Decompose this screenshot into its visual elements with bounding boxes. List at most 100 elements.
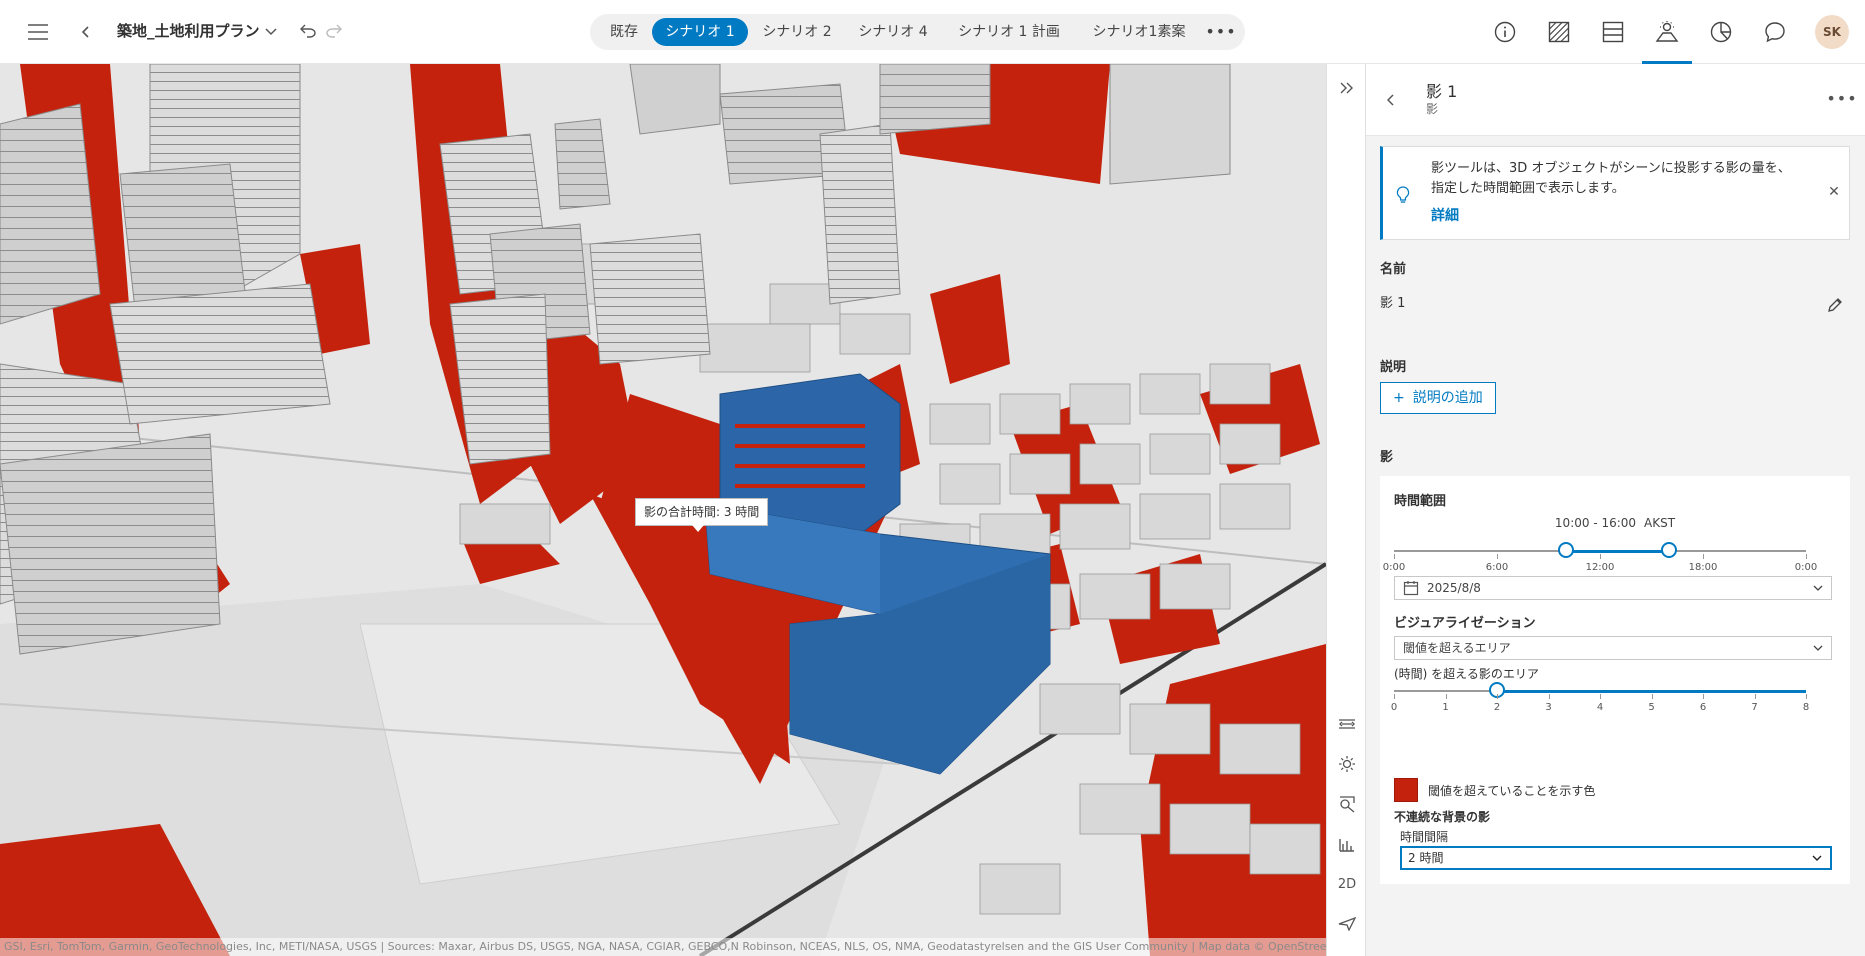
panel-back-icon[interactable] [1380,86,1402,114]
tab-scenario-1-plan[interactable]: シナリオ 1 計画 [944,18,1074,46]
interval-select[interactable]: 2 時間 [1400,846,1832,870]
threshold-tick [1445,694,1447,699]
top-bar: 築地_土地利用プラン 既存 シナリオ 1 シナリオ 2 シナリオ 4 シナリオ … [0,0,1865,64]
interval-value: 2 時間 [1408,851,1444,865]
measure-distance-icon[interactable] [1333,710,1361,738]
threshold-slider-range [1497,690,1806,693]
edit-pencil-icon[interactable] [1824,294,1846,316]
info-notice: 影ツールは、3D オブジェクトがシーンに投影する影の量を、指定した時間範囲で表示… [1380,146,1850,240]
threshold-tick-label: 5 [1648,702,1655,713]
threshold-color-label: 閾値を超えていることを示す色 [1428,784,1596,798]
time-start-handle[interactable] [1557,542,1574,558]
plus-icon: + [1393,390,1405,406]
time-tick-label: 6:00 [1485,562,1509,573]
threshold-tick [1600,694,1601,699]
time-tick-label: 0:00 [1794,562,1818,573]
time-slider-range [1565,550,1669,553]
redo-icon[interactable] [324,20,344,42]
threshold-tick-label: 1 [1442,702,1449,713]
compass-icon[interactable] [1333,910,1361,938]
panel-header: 影 1 影 ••• [1366,64,1865,136]
comment-icon[interactable] [1757,14,1793,50]
notice-learn-more-link[interactable]: 詳細 [1431,205,1459,225]
time-range-readout: 10:00 - 16:00 AKST [1380,516,1850,530]
calendar-icon [1403,580,1419,596]
name-label: 名前 [1380,262,1407,277]
time-tick [1600,554,1601,559]
time-range-value: 10:00 - 16:00 [1554,516,1637,530]
threshold-label: (時間) を超える影のエリア [1394,667,1539,681]
threshold-tick [1548,694,1550,699]
date-value: 2025/8/8 [1427,581,1481,595]
shadow-tooltip: 影の合計時間: 3 時間 [635,498,769,532]
shadow-section-label: 影 [1380,450,1394,465]
threshold-tick [1806,694,1807,699]
scene-view[interactable]: 影の合計時間: 3 時間 GSI, Esri, TomTom, Garmin, … [0,64,1326,956]
undo-icon[interactable] [298,20,318,42]
name-value: 影 1 [1380,296,1406,311]
tab-scenario-1-draft[interactable]: シナリオ1素案 [1078,18,1200,46]
hamburger-menu-icon[interactable] [20,18,56,46]
time-tick-label: 0:00 [1382,562,1406,573]
threshold-tick [1394,694,1395,699]
chart-icon[interactable] [1703,14,1739,50]
info-icon[interactable] [1487,14,1523,50]
app-title[interactable]: 築地_土地利用プラン [117,20,260,41]
threshold-tick-label: 6 [1699,702,1707,713]
threshold-tick [1754,694,1756,699]
threshold-tick-label: 4 [1596,702,1604,713]
chevron-down-icon[interactable] [262,22,280,42]
shadow-analysis-icon[interactable] [1649,14,1685,50]
avatar[interactable]: SK [1815,15,1849,49]
visualization-label: ビジュアライゼーション [1394,616,1536,631]
threshold-tick-label: 2 [1493,702,1501,713]
map-tool-strip: 2D [1326,64,1366,956]
time-range-label: 時間範囲 [1394,494,1447,509]
tab-scenario-2[interactable]: シナリオ 2 [752,18,842,46]
notice-message: 影ツールは、3D オブジェクトがシーンに投影する影の量を、指定した時間範囲で表示… [1431,161,1791,196]
threshold-color-swatch[interactable] [1394,778,1418,802]
scenario-tabs: 既存 シナリオ 1 シナリオ 2 シナリオ 4 シナリオ 1 計画 シナリオ1素… [590,14,1245,50]
tab-scenario-existing[interactable]: 既存 [598,18,650,46]
time-tick [1806,554,1807,559]
close-icon[interactable]: ✕ [1823,181,1845,203]
threshold-tick-label: 8 [1802,702,1810,713]
shadow-settings-card: 時間範囲 10:00 - 16:00 AKST 0:00 6:00 12:00 18:0… [1380,476,1850,884]
map-attribution[interactable]: GSI, Esri, TomTom, Garmin, GeoTechnologi… [0,938,1326,956]
line-of-sight-icon[interactable] [1333,790,1361,818]
time-tick-label: 12:00 [1585,562,1615,573]
back-arrow-icon[interactable] [76,20,96,44]
hatch-icon[interactable] [1541,14,1577,50]
lightbulb-icon [1393,185,1413,205]
threshold-tick [1703,694,1704,699]
tab-scenario-4[interactable]: シナリオ 4 [848,18,938,46]
layers-icon[interactable] [1595,14,1631,50]
interval-label: 時間間隔 [1400,830,1449,844]
add-description-button[interactable]: + 説明の追加 [1380,382,1496,414]
time-tick [1703,554,1704,559]
tab-scenario-1[interactable]: シナリオ 1 [652,18,748,46]
threshold-tick [1651,694,1653,699]
threshold-tick [1497,694,1498,699]
date-picker[interactable]: 2025/8/8 [1394,576,1832,600]
chevron-down-icon [1811,577,1825,599]
threshold-tick-label: 3 [1545,702,1552,713]
daylight-icon[interactable] [1333,750,1361,778]
shadow-panel: 影 1 影 ••• 影ツールは、3D オブジェクトがシーンに投影する影の量を、指… [1366,64,1865,956]
expand-panel-icon[interactable] [1333,74,1361,102]
time-end-handle[interactable] [1660,542,1677,558]
add-description-label: 説明の追加 [1412,390,1483,406]
more-scenarios-icon[interactable]: ••• [1204,18,1238,46]
description-label: 説明 [1380,360,1407,375]
discrete-shadow-label: 不連続な背景の影 [1394,810,1491,824]
time-tick-label: 18:00 [1688,562,1718,573]
view-mode-toggle[interactable]: 2D [1333,870,1361,898]
threshold-tick-label: 0 [1390,702,1398,713]
time-tick [1394,554,1395,559]
visualization-select[interactable]: 閾値を超えるエリア [1394,636,1832,660]
elevation-profile-icon[interactable] [1333,830,1361,858]
more-options-icon[interactable]: ••• [1826,84,1856,112]
timezone-label: AKST [1644,516,1676,530]
chevron-down-icon [1811,637,1825,659]
threshold-tick-label: 7 [1751,702,1758,713]
